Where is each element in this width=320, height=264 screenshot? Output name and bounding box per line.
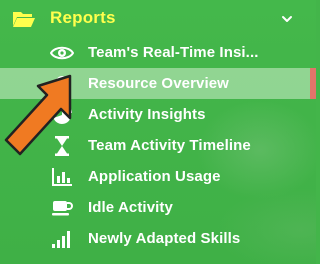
- sidebar-item-label: Activity Insights: [88, 106, 206, 123]
- sidebar-item-idle-activity[interactable]: Idle Activity: [0, 192, 316, 223]
- sidebar-item-label: Resource Overview: [88, 75, 229, 92]
- sidebar-item-application-usage[interactable]: Application Usage: [0, 161, 316, 192]
- folder-open-icon: [13, 12, 35, 27]
- coffee-icon: [50, 197, 74, 219]
- chevron-down-icon[interactable]: [281, 13, 293, 25]
- sidebar-item-label: Newly Adapted Skills: [88, 230, 241, 247]
- sidebar-item-label: Idle Activity: [88, 199, 173, 216]
- signal-bars-icon: [50, 228, 74, 250]
- reports-section-header[interactable]: Reports: [0, 0, 316, 38]
- eye-icon: [50, 42, 74, 64]
- sidebar-item-newly-adapted-skills[interactable]: Newly Adapted Skills: [0, 223, 316, 254]
- arrow-pointer-icon: [4, 74, 72, 156]
- sidebar-item-label: Team Activity Timeline: [88, 137, 251, 154]
- sidebar-item-label: Application Usage: [88, 168, 221, 185]
- sidebar-item-label: Team's Real-Time Insi...: [88, 44, 259, 61]
- bar-chart-icon: [50, 166, 74, 188]
- sidebar-item-team-realtime-insights[interactable]: Team's Real-Time Insi...: [0, 37, 316, 68]
- active-indicator: [310, 68, 316, 99]
- reports-section-title: Reports: [50, 8, 116, 27]
